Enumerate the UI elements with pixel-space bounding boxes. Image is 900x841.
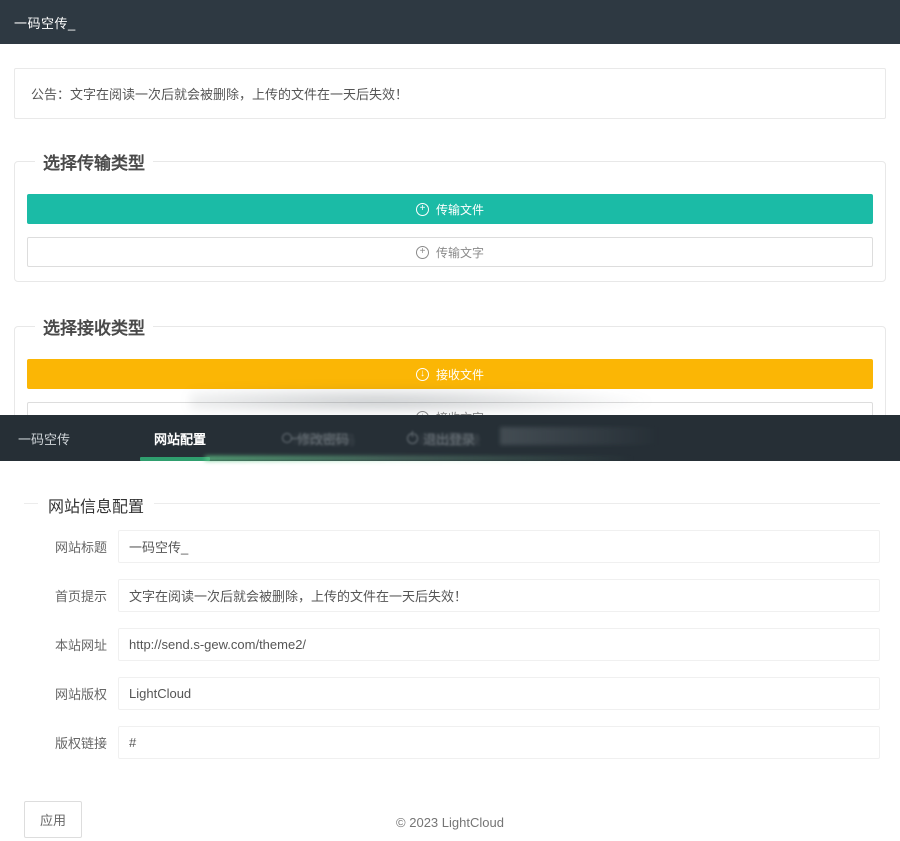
form-row-site-title: 网站标题	[55, 530, 880, 563]
admin-nav-brand[interactable]: 一码空传	[0, 429, 140, 448]
receive-file-button[interactable]: ↓ 接收文件	[27, 359, 873, 389]
transfer-type-panel: 选择传输类型 + 传输文件 + 传输文字	[14, 149, 886, 282]
form-row-site-url: 本站网址	[55, 628, 880, 661]
transfer-text-button[interactable]: + 传输文字	[27, 237, 873, 267]
footer-copyright: © 2023 LightCloud	[0, 815, 900, 830]
transfer-text-label: 传输文字	[436, 244, 484, 261]
form-title-divider: 网站信息配置	[24, 503, 880, 504]
tab-site-config[interactable]: 网站配置	[140, 415, 220, 461]
site-url-input[interactable]	[118, 628, 880, 661]
key-icon	[282, 433, 292, 443]
site-brand[interactable]: 一码空传_	[14, 13, 76, 32]
announcement-box: 公告：文字在阅读一次后就会被删除，上传的文件在一天后失效！	[14, 68, 886, 119]
transfer-file-label: 传输文件	[436, 201, 484, 218]
nav-motion-smear	[500, 427, 660, 445]
plus-circle-icon: +	[416, 246, 429, 259]
site-config-section: 网站信息配置 网站标题 首页提示 本站网址 网站版权 版权链接	[0, 461, 900, 838]
site-title-label: 网站标题	[55, 537, 118, 556]
site-url-label: 本站网址	[55, 635, 118, 654]
tab-change-password[interactable]: 修改密码	[268, 415, 363, 461]
transfer-panel-title: 选择传输类型	[35, 149, 153, 174]
tab-site-config-label: 网站配置	[154, 429, 206, 448]
announcement-text: 公告：文字在阅读一次后就会被删除，上传的文件在一天后失效！	[31, 87, 408, 102]
down-circle-icon: ↓	[416, 368, 429, 381]
power-icon	[407, 433, 418, 444]
page: 一码空传_ 公告：文字在阅读一次后就会被删除，上传的文件在一天后失效！ 选择传输…	[0, 0, 900, 841]
receive-file-label: 接收文件	[436, 366, 484, 383]
copyright-input[interactable]	[118, 677, 880, 710]
copyright-label: 网站版权	[55, 684, 118, 703]
transfer-file-button[interactable]: + 传输文件	[27, 194, 873, 224]
tab-logout-label: 退出登录	[423, 429, 475, 448]
home-tip-label: 首页提示	[55, 586, 118, 605]
admin-nav: 一码空传 网站配置 修改密码 退出登录	[0, 415, 900, 461]
site-title-input[interactable]	[118, 530, 880, 563]
home-tip-input[interactable]	[118, 579, 880, 612]
form-title: 网站信息配置	[38, 493, 154, 517]
form-row-copyright-link: 版权链接	[55, 726, 880, 759]
plus-circle-icon: +	[416, 203, 429, 216]
top-header: 一码空传_	[0, 0, 900, 44]
copyright-link-label: 版权链接	[55, 733, 118, 752]
copyright-link-input[interactable]	[118, 726, 880, 759]
tab-logout[interactable]: 退出登录	[393, 415, 489, 461]
form-rows: 网站标题 首页提示 本站网址 网站版权 版权链接	[0, 530, 900, 759]
form-row-copyright: 网站版权	[55, 677, 880, 710]
form-row-home-tip: 首页提示	[55, 579, 880, 612]
tab-change-password-label: 修改密码	[297, 429, 349, 448]
receive-panel-title: 选择接收类型	[35, 314, 153, 339]
